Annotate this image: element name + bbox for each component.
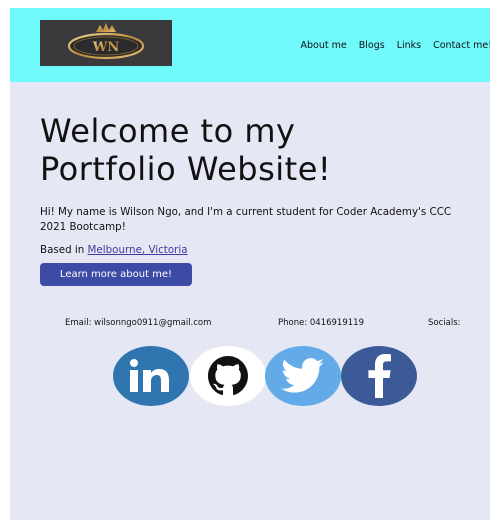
page-title: Welcome to my Portfolio Website!: [40, 112, 480, 188]
main-nav: About me Blogs Links Contact me!: [289, 40, 490, 51]
logo-emblem: WN: [67, 23, 145, 60]
nav-links[interactable]: Links: [397, 40, 421, 51]
socials-label: Socials:: [428, 318, 461, 328]
page: WN About me Blogs Links Contact me! Welc…: [10, 8, 490, 520]
linkedin-icon: [130, 359, 169, 392]
location-prefix: Based in: [40, 244, 88, 256]
twitter-link[interactable]: [265, 346, 341, 406]
logo-text: WN: [92, 40, 120, 55]
nav-blogs[interactable]: Blogs: [359, 40, 385, 51]
intro-text: Hi! My name is Wilson Ngo, and I'm a cur…: [40, 206, 452, 233]
site-header: WN About me Blogs Links Contact me!: [10, 8, 490, 82]
facebook-link[interactable]: [341, 346, 417, 406]
contact-phone: Phone: 0416919119: [278, 318, 364, 328]
learn-more-button[interactable]: Learn more about me!: [40, 263, 192, 286]
facebook-icon: [368, 354, 391, 398]
nav-contact-me[interactable]: Contact me!: [433, 40, 490, 51]
title-line-2: Portfolio Website!: [40, 150, 332, 188]
browser-frame: WN About me Blogs Links Contact me! Welc…: [0, 0, 490, 520]
location-link[interactable]: Melbourne, Victoria: [88, 244, 188, 256]
location-line: Based in Melbourne, Victoria: [40, 244, 188, 256]
github-link[interactable]: [190, 346, 266, 406]
title-line-1: Welcome to my: [40, 112, 296, 150]
contact-email: Email: wilsonngo0911@gmail.com: [65, 318, 212, 328]
linkedin-link[interactable]: [113, 346, 189, 406]
github-icon: [208, 356, 248, 396]
site-logo[interactable]: WN: [40, 20, 172, 66]
nav-about-me[interactable]: About me: [301, 40, 347, 51]
twitter-icon: [281, 358, 324, 393]
